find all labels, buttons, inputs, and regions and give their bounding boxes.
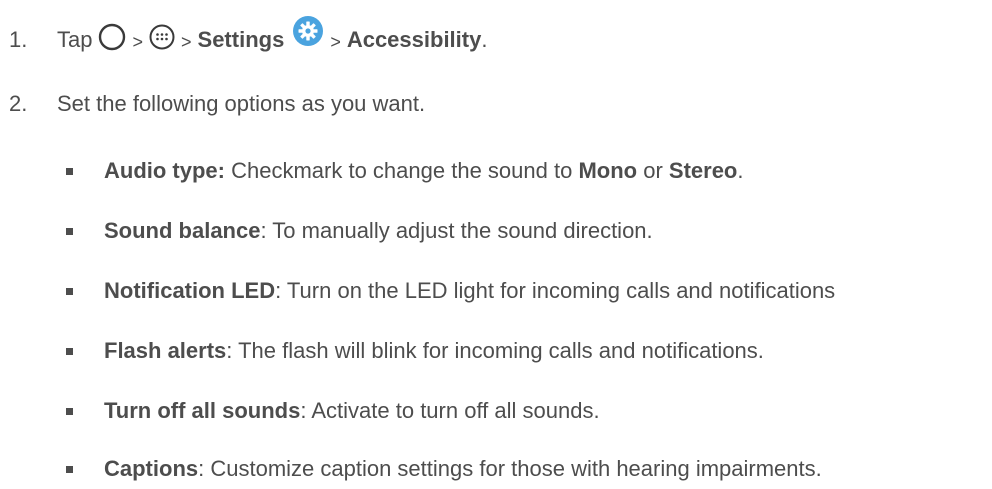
option-term: Captions (104, 456, 199, 481)
option-text: Notification LED: Turn on the LED light … (104, 278, 835, 304)
option-or: or (637, 158, 669, 183)
option-period: . (737, 158, 744, 183)
option-term: Audio type: (104, 158, 225, 183)
apps-grid-icon (149, 24, 175, 56)
option-term: Turn off all sounds (104, 398, 301, 423)
option-desc: : To manually adjust the sound direction… (260, 218, 653, 243)
option-term: Sound balance (104, 218, 261, 243)
bullet-icon (66, 407, 73, 415)
bullet-icon (66, 465, 73, 473)
separator: > (132, 31, 143, 52)
option-mono: Mono (578, 158, 638, 183)
step-number: 1. (9, 27, 28, 52)
bullet-icon (66, 287, 73, 295)
bullet-icon (66, 347, 73, 355)
settings-gear-icon (292, 15, 324, 53)
step-number: 2. (9, 91, 28, 116)
option-desc: : Customize caption settings for those w… (198, 456, 822, 481)
tap-label: Tap (57, 27, 93, 52)
option-desc: Checkmark to change the sound to (225, 158, 579, 183)
separator: > (330, 31, 341, 52)
separator: > (181, 31, 192, 52)
option-text: Turn off all sounds: Activate to turn of… (104, 398, 600, 424)
option-text: Captions: Customize caption settings for… (104, 456, 822, 482)
option-text: Sound balance: To manually adjust the so… (104, 218, 653, 244)
option-text: Audio type: Checkmark to change the soun… (104, 158, 744, 184)
option-desc: : The flash will blink for incoming call… (226, 338, 764, 363)
option-desc: : Activate to turn off all sounds. (300, 398, 600, 423)
accessibility-label: Accessibility (346, 27, 482, 52)
option-term: Flash alerts (104, 338, 227, 363)
option-desc: : Turn on the LED light for incoming cal… (275, 278, 836, 303)
step-2-text: Set the following options as you want. (57, 91, 426, 116)
settings-label: Settings (197, 27, 285, 52)
option-term: Notification LED (104, 278, 276, 303)
home-circle-icon (98, 23, 126, 57)
step-1-period: . (481, 27, 488, 52)
option-text: Flash alerts: The flash will blink for i… (104, 338, 764, 364)
option-stereo: Stereo (668, 158, 738, 183)
bullet-icon (66, 167, 73, 175)
instructions-page: 1. Tap > > Settings > Accessibility . 2.… (0, 0, 992, 489)
bullet-icon (66, 227, 73, 235)
